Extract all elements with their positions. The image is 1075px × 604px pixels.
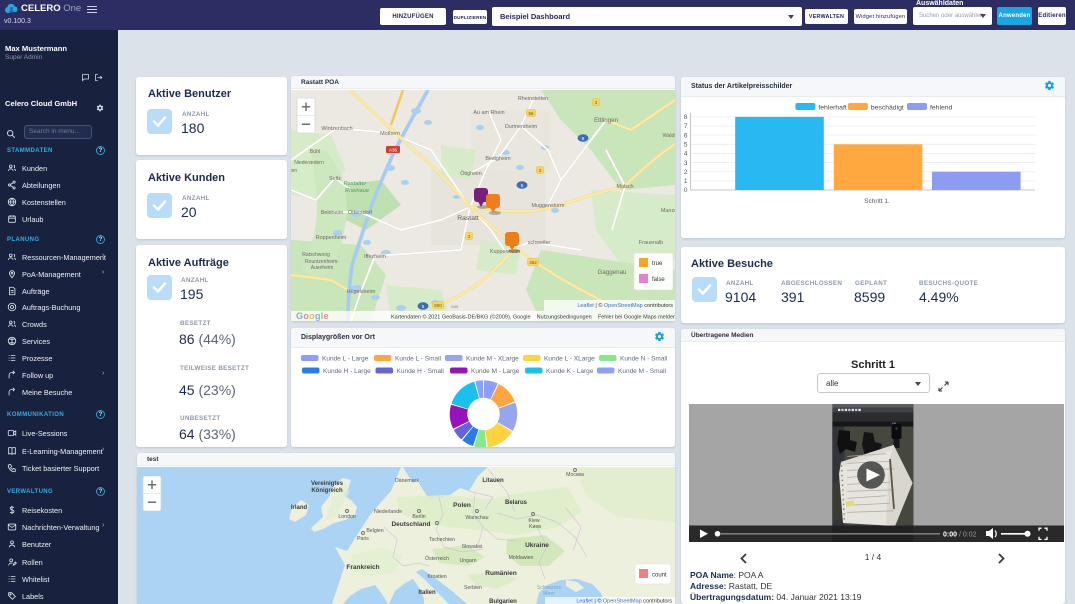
svg-text:Niederlande: Niederlande — [374, 509, 402, 515]
svg-text:Leaflet | © OpenStreetMap cont: Leaflet | © OpenStreetMap contributors — [577, 302, 673, 309]
svg-text:beschädigt: beschädigt — [871, 105, 904, 112]
svg-text:Serbien: Serbien — [464, 585, 482, 591]
svg-text:Bietigheim: Bietigheim — [485, 156, 511, 162]
svg-text:Kunde M - Small: Kunde M - Small — [618, 368, 667, 375]
svg-text:5: 5 — [684, 142, 688, 149]
svg-text:Google: Google — [296, 311, 329, 321]
svg-text:Österreich: Österreich — [425, 555, 449, 562]
svg-text:2: 2 — [684, 169, 688, 176]
svg-text:Dänemark: Dänemark — [395, 478, 419, 484]
svg-text:Ukraine: Ukraine — [525, 542, 549, 549]
svg-text:Moldawien: Moldawien — [509, 555, 534, 561]
svg-text:500: 500 — [434, 303, 442, 308]
svg-text:Durmersheim: Durmersheim — [505, 124, 538, 130]
svg-text:Auenheim: Auenheim — [311, 265, 334, 271]
svg-text:Belarus: Belarus — [505, 500, 528, 506]
svg-text:Slowakei: Slowakei — [462, 544, 483, 550]
svg-text:Paris: Paris — [357, 536, 369, 542]
svg-text:/ 0:02: / 0:02 — [959, 531, 977, 538]
svg-text:Litauen: Litauen — [482, 478, 504, 484]
svg-text:8: 8 — [684, 114, 688, 121]
svg-text:Schritt 1.: Schritt 1. — [864, 198, 890, 205]
svg-text:Rastatter: Rastatter — [344, 181, 368, 187]
svg-text:0: 0 — [684, 187, 688, 194]
svg-text:4: 4 — [684, 151, 688, 158]
svg-text:oos: oos — [451, 304, 459, 309]
svg-text:Bulgarien: Bulgarien — [489, 599, 517, 604]
svg-text:Roppenheim: Roppenheim — [316, 235, 347, 241]
svg-text:Warschau: Warschau — [465, 515, 488, 521]
svg-text:Mothern: Mothern — [380, 131, 400, 137]
svg-text:1: 1 — [684, 178, 688, 185]
svg-text:schweiler: schweiler — [528, 240, 551, 246]
svg-text:Vereinigtes: Vereinigtes — [311, 481, 344, 487]
svg-text:Waldb: Waldb — [662, 133, 675, 139]
svg-text:Rastatt: Rastatt — [457, 215, 479, 222]
svg-text:Rheinaue: Rheinaue — [345, 188, 369, 194]
svg-text:462: 462 — [529, 260, 537, 265]
svg-text:Tschechien: Tschechien — [429, 537, 455, 543]
svg-text:tten: tten — [291, 168, 297, 174]
svg-text:fehlend: fehlend — [930, 105, 953, 112]
svg-text:Italien: Italien — [418, 590, 436, 596]
svg-text:Belgien: Belgien — [366, 528, 383, 534]
svg-text:Au am Rhein: Au am Rhein — [473, 110, 504, 116]
svg-text:Kиев: Kиев — [529, 524, 541, 530]
svg-text:Ottersdorf: Ottersdorf — [348, 210, 372, 216]
svg-text:3: 3 — [684, 160, 688, 167]
svg-text:Polen: Polen — [453, 502, 471, 509]
svg-text:Bühl: Bühl — [310, 149, 321, 155]
svg-text:Москва: Москва — [566, 472, 584, 478]
svg-text:Rumänien: Rumänien — [485, 570, 516, 577]
svg-text:Hügelsheim: Hügelsheim — [347, 289, 376, 295]
svg-text:true: true — [652, 261, 663, 267]
svg-text:Irland: Irland — [291, 505, 308, 511]
svg-text:fehlerhaft: fehlerhaft — [818, 105, 846, 112]
svg-text:count: count — [652, 573, 667, 579]
svg-text:Ratschwoog: Ratschwoog — [302, 252, 330, 258]
svg-text:Kartendaten © 2021 GeoBasis-DE: Kartendaten © 2021 GeoBasis-DE/BKG (©200… — [391, 314, 675, 321]
svg-text:Kunde K - Large: Kunde K - Large — [546, 368, 594, 375]
svg-text:Rheinstetten: Rheinstetten — [518, 96, 548, 102]
svg-text:Ötigheim: Ötigheim — [460, 170, 482, 177]
svg-text:Iffezheim: Iffezheim — [364, 254, 386, 260]
svg-text:Berlin: Berlin — [412, 514, 425, 520]
svg-text:Königreich: Königreich — [311, 488, 343, 494]
svg-text:Kroatien: Kroatien — [427, 574, 446, 580]
svg-text:false: false — [652, 277, 665, 283]
svg-text:Muggensturm: Muggensturm — [532, 203, 565, 209]
svg-text:Kunde L - Small: Kunde L - Small — [395, 356, 442, 363]
svg-text:Frankreich: Frankreich — [346, 564, 379, 571]
svg-text:Leaflet | © OpenStreetMap cont: Leaflet | © OpenStreetMap contributors — [576, 598, 672, 604]
svg-text:Seltz: Seltz — [329, 176, 341, 182]
svg-text:Kunde H - Large: Kunde H - Large — [323, 368, 371, 375]
svg-text:Kunde L - Large: Kunde L - Large — [322, 356, 369, 363]
svg-text:Gaggenau: Gaggenau — [598, 269, 627, 276]
svg-text:London: London — [338, 514, 355, 520]
svg-text:56: 56 — [528, 111, 534, 116]
svg-text:Malsch: Malsch — [616, 184, 633, 190]
svg-text:Frauenalb: Frauenalb — [639, 240, 663, 246]
svg-text:Ungarn: Ungarn — [459, 558, 476, 564]
svg-text:Beinheim: Beinheim — [321, 210, 344, 216]
svg-text:Deutschland: Deutschland — [391, 521, 430, 528]
svg-text:Kunde M - XLarge: Kunde M - XLarge — [466, 356, 519, 363]
svg-text:Ettlingen: Ettlingen — [594, 117, 619, 124]
svg-text:Manze: Manze — [661, 208, 675, 214]
svg-text:7: 7 — [684, 123, 688, 130]
svg-text:Meer: Meer — [543, 591, 555, 597]
svg-text:Wintzenbach: Wintzenbach — [321, 126, 352, 132]
svg-text:Kunde H - Small: Kunde H - Small — [397, 368, 445, 375]
svg-text:A36: A36 — [389, 148, 398, 153]
svg-text:Kunde M - Large: Kunde M - Large — [471, 368, 520, 375]
svg-text:Kunde N - Small: Kunde N - Small — [620, 356, 668, 363]
svg-text:0:00: 0:00 — [943, 531, 957, 538]
svg-text:Kunde L - XLarge: Kunde L - XLarge — [544, 356, 595, 363]
svg-text:Niederœdern: Niederœdern — [294, 160, 324, 166]
svg-text:6: 6 — [684, 132, 688, 139]
